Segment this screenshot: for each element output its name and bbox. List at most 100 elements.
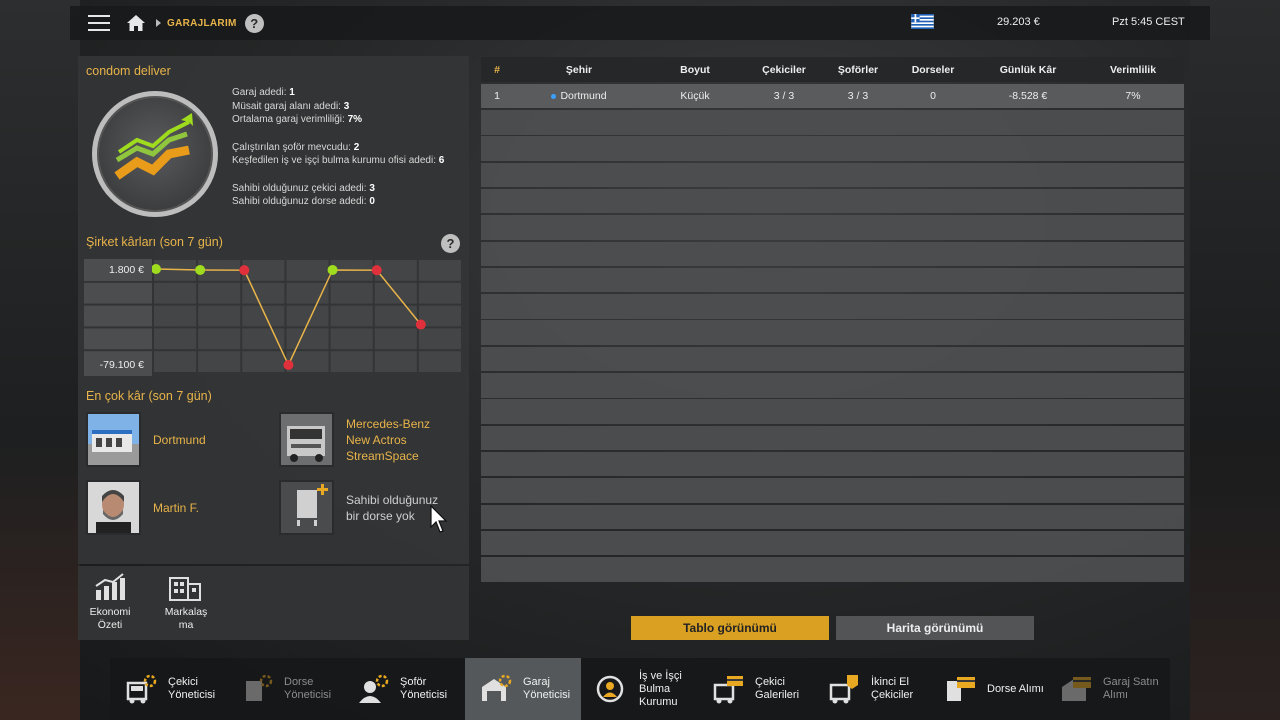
- driver-manager-icon: [359, 674, 389, 703]
- nav-used-trucks[interactable]: İkinci El Çekiciler: [813, 658, 929, 720]
- nav-garage-purchase[interactable]: Garaj Satın Alımı: [1045, 658, 1161, 720]
- breadcrumb-arrow-icon: [156, 19, 161, 27]
- chart-grid-cell: [286, 328, 329, 350]
- header-daily-profit[interactable]: Günlük Kâr: [973, 64, 1083, 76]
- nav-garage-manager[interactable]: Garaj Yöneticisi: [465, 658, 581, 720]
- economy-summary-button[interactable]: Ekonomi Özeti: [80, 572, 140, 632]
- profit-point: [195, 264, 206, 275]
- header-efficiency[interactable]: Verimlilik: [1083, 64, 1183, 76]
- row-trailers: 0: [930, 90, 936, 103]
- chart-label-cell: [84, 282, 152, 304]
- economy-chart-icon: [95, 573, 125, 600]
- company-stats: Garaj adedi: 1 Müsait garaj alanı adedi:…: [232, 87, 445, 207]
- chart-grid-cell: [198, 305, 241, 327]
- chart-grid-cell: [418, 328, 461, 350]
- garage-table: # Şehir Boyut Çekiciler Şoförler Dorsele…: [481, 57, 1184, 583]
- mouse-cursor-icon: [430, 505, 448, 533]
- empty-table-row: [481, 320, 1184, 345]
- profit-point: [283, 360, 294, 370]
- empty-table-row: [481, 425, 1184, 451]
- chart-grid-cell: [242, 328, 285, 350]
- chart-grid-cell: [242, 305, 285, 327]
- top-truck-name: Mercedes-Benz New Actros StreamSpace: [346, 416, 431, 463]
- header-drivers[interactable]: Şoförler: [823, 64, 893, 76]
- profit-point: [415, 319, 426, 330]
- breadcrumb[interactable]: GARAJLARIM: [167, 18, 237, 29]
- greece-flag-icon: [911, 14, 934, 29]
- used-truck-icon: [829, 675, 858, 704]
- top-bar: GARAJLARIM ? 29.203 € Pzt 5:45 CEST: [70, 6, 1210, 40]
- chart-grid-cell: [242, 282, 285, 304]
- row-daily-profit: -8.528 €: [1008, 90, 1048, 103]
- garage-manager-icon: [482, 674, 512, 701]
- empty-table-row: [481, 557, 1184, 582]
- company-logo-icon: [114, 113, 193, 180]
- empty-rows: [481, 110, 1184, 582]
- header-size[interactable]: Boyut: [645, 64, 745, 76]
- header-city[interactable]: Şehir: [513, 64, 645, 76]
- nav-truck-manager[interactable]: Çekici Yöneticisi: [110, 658, 226, 720]
- trailer-manager-icon: [246, 674, 273, 701]
- table-header: # Şehir Boyut Çekiciler Şoförler Dorsele…: [481, 57, 1184, 82]
- top-driver-name: Martin F.: [153, 500, 200, 515]
- top-trailer-item[interactable]: Sahibi olduğunuz bir dorse yok: [279, 480, 438, 535]
- driver-avatar: [86, 480, 141, 535]
- empty-table-row: [481, 530, 1184, 556]
- chart-grid-cell: [154, 328, 197, 350]
- company-name: condom deliver: [86, 64, 171, 78]
- map-view-button[interactable]: Harita görünümü: [836, 616, 1034, 640]
- chart-grid-cell: [198, 328, 241, 350]
- header-number[interactable]: #: [481, 64, 513, 76]
- empty-table-row: [481, 241, 1184, 267]
- nav-trailer-purchase[interactable]: Dorse Alımı: [929, 658, 1045, 720]
- nav-recruitment-agency[interactable]: İş ve İşçi Bulma Kurumu: [581, 658, 697, 720]
- chart-grid-cell: [154, 282, 197, 304]
- row-city: Dortmund: [513, 90, 645, 102]
- table-row[interactable]: 1 Dortmund Küçük 3 / 3 3 / 3 0 -8.528 € …: [481, 83, 1184, 109]
- chart-label-cell: [84, 328, 152, 350]
- chart-grid-cell: [154, 351, 197, 372]
- empty-table-row: [481, 399, 1184, 424]
- row-drivers: 3 / 3: [847, 90, 869, 103]
- top-city-item[interactable]: Dortmund: [86, 412, 206, 467]
- empty-table-row: [481, 110, 1184, 135]
- top-truck-item[interactable]: Mercedes-Benz New Actros StreamSpace: [279, 412, 430, 467]
- chart-grid-cell: [330, 328, 373, 350]
- truck-manager-icon: [126, 674, 157, 704]
- help-button[interactable]: ?: [244, 13, 264, 33]
- home-icon[interactable]: [126, 14, 146, 32]
- city-marker-icon: [551, 93, 557, 99]
- chart-grid-cell: [374, 305, 417, 327]
- hamburger-menu-icon[interactable]: [88, 15, 110, 31]
- row-trucks: 3 / 3: [773, 90, 795, 103]
- chart-grid-cell: [418, 260, 461, 281]
- top-driver-item[interactable]: Martin F.: [86, 480, 199, 535]
- row-size: Küçük: [680, 90, 710, 103]
- profit-point: [371, 265, 382, 276]
- header-trucks[interactable]: Çekiciler: [745, 64, 823, 76]
- empty-table-row: [481, 215, 1184, 240]
- garage-purchase-icon: [1062, 677, 1091, 701]
- truck-thumbnail: [279, 412, 334, 467]
- nav-driver-manager[interactable]: Şoför Yöneticisi: [342, 658, 458, 720]
- profit-chart: 1.800 € -79.100 €: [84, 256, 463, 376]
- branding-button[interactable]: Markalaş ma: [156, 572, 216, 632]
- recruitment-agency-icon: [596, 675, 624, 703]
- profit-point: [239, 265, 250, 276]
- nav-trailer-manager[interactable]: Dorse Yöneticisi: [226, 658, 342, 720]
- chart-grid-cell: [242, 351, 285, 372]
- background-right: [1190, 0, 1280, 720]
- chart-help-button[interactable]: ?: [441, 234, 460, 253]
- bottom-navigation: Çekici Yöneticisi Dorse Yöneticisi Şoför Yö…: [110, 658, 1170, 720]
- chart-grid-cell: [198, 351, 241, 372]
- empty-table-row: [481, 451, 1184, 477]
- table-view-button[interactable]: Tablo görünümü: [631, 616, 829, 640]
- empty-table-row: [481, 346, 1184, 372]
- empty-table-row: [481, 136, 1184, 161]
- row-efficiency: 7%: [1125, 90, 1141, 103]
- empty-table-row: [481, 504, 1184, 530]
- nav-truck-dealers[interactable]: Çekici Galerileri: [697, 658, 813, 720]
- header-trailers[interactable]: Dorseler: [893, 64, 973, 76]
- empty-table-row: [481, 162, 1184, 188]
- chart-grid-cell: [286, 260, 329, 281]
